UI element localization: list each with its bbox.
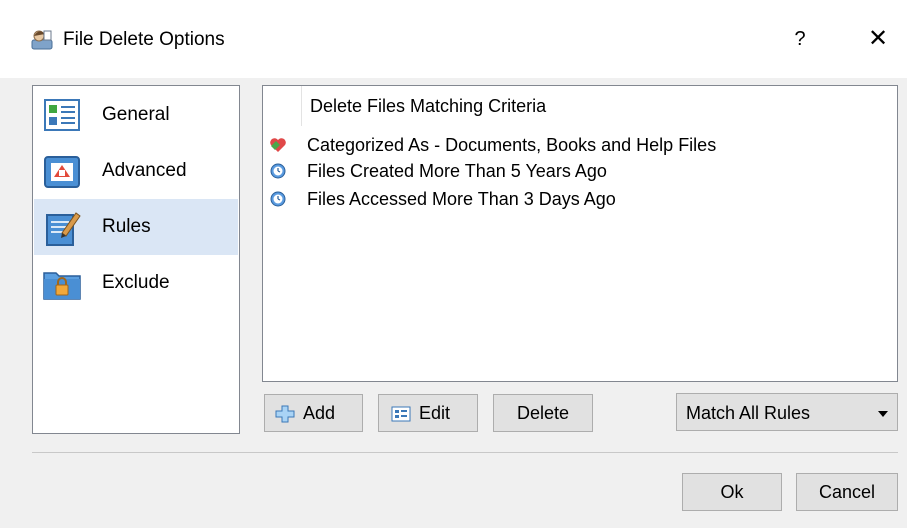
rule-row[interactable]: Files Accessed More Than 3 Days Ago — [269, 186, 889, 212]
chevron-down-icon — [878, 411, 888, 417]
exclude-folder-lock-icon — [43, 272, 81, 300]
add-button-label: Add — [303, 403, 336, 423]
window-title: File Delete Options — [63, 29, 225, 50]
rule-row[interactable]: Files Created More Than 5 Years Ago — [269, 158, 889, 184]
nav-item-label: Advanced — [102, 160, 187, 181]
edit-rule-button[interactable]: Edit — [378, 394, 478, 432]
nav-item-label: General — [102, 104, 170, 125]
add-icon — [275, 405, 295, 423]
ok-button[interactable]: Ok — [682, 473, 782, 511]
nav-item-exclude[interactable]: Exclude — [34, 255, 238, 311]
edit-icon — [391, 406, 411, 422]
divider — [32, 452, 898, 453]
add-rule-button[interactable]: Add — [264, 394, 363, 432]
rules-icon — [46, 212, 81, 246]
nav-item-advanced[interactable]: Advanced — [34, 143, 238, 199]
general-settings-icon — [44, 99, 80, 131]
close-button[interactable]: ✕ — [856, 22, 900, 56]
rule-text: Files Created More Than 5 Years Ago — [307, 161, 607, 181]
match-mode-value: Match All Rules — [686, 403, 811, 423]
category-icon — [270, 138, 286, 152]
clock-icon — [270, 191, 286, 207]
cancel-button[interactable]: Cancel — [796, 473, 898, 511]
rule-row[interactable]: Categorized As - Documents, Books and He… — [269, 132, 889, 158]
nav-item-rules[interactable]: Rules — [34, 199, 238, 255]
rule-text: Files Accessed More Than 3 Days Ago — [307, 189, 616, 209]
rules-list[interactable]: Delete Files Matching Criteria Categoriz… — [262, 85, 898, 382]
file-delete-options-dialog: File Delete Options ? ✕ General Advanced… — [0, 0, 907, 528]
rule-text: Categorized As - Documents, Books and He… — [307, 135, 717, 155]
nav-item-label: Rules — [102, 216, 151, 237]
nav-item-general[interactable]: General — [34, 87, 238, 143]
advanced-settings-icon — [44, 156, 80, 188]
help-button[interactable]: ? — [780, 22, 820, 56]
match-mode-select[interactable]: Match All Rules — [676, 393, 898, 431]
clock-icon — [270, 163, 286, 179]
app-icon — [31, 30, 53, 50]
delete-rule-button[interactable]: Delete — [493, 394, 593, 432]
rules-list-header[interactable]: Delete Files Matching Criteria — [301, 86, 546, 126]
nav-item-label: Exclude — [102, 272, 170, 293]
title-bar: File Delete Options ? ✕ — [0, 0, 907, 78]
edit-button-label: Edit — [419, 403, 451, 423]
options-nav-list: General Advanced Rules Exclude — [32, 85, 240, 434]
